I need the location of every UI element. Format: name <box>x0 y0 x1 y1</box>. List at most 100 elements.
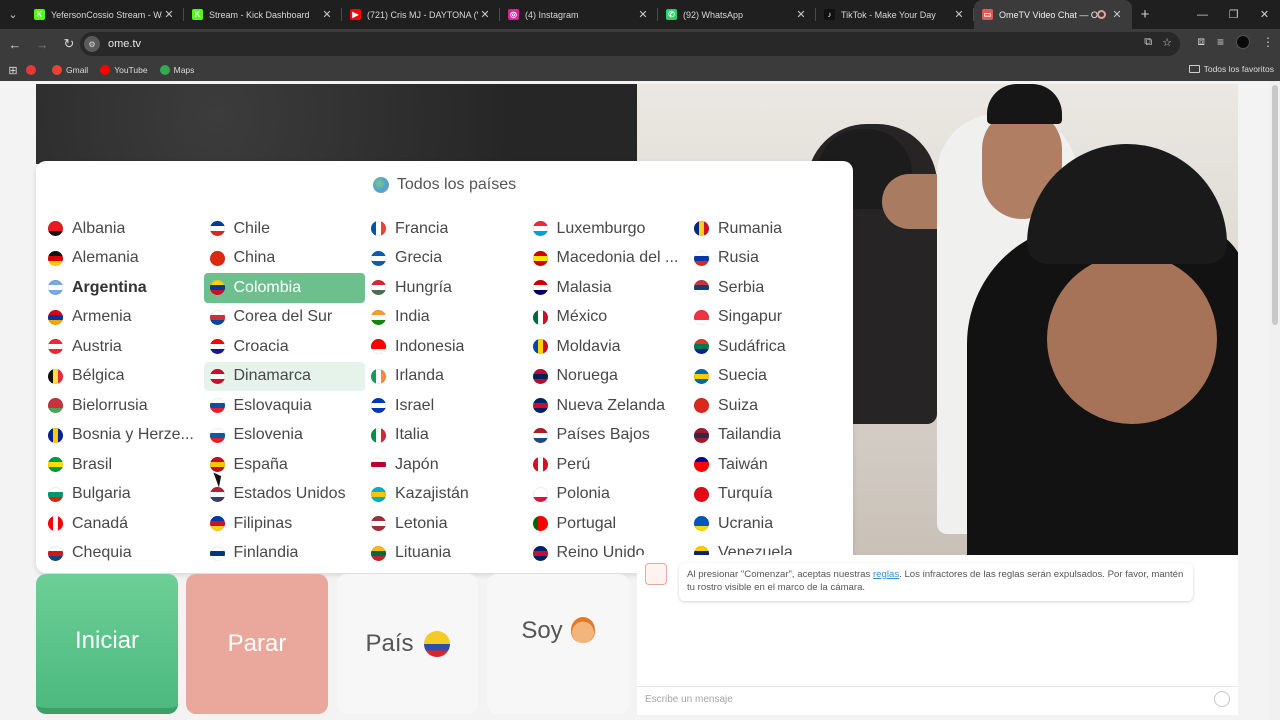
browser-tab[interactable]: ◎ (4) Instagram ✕ <box>500 0 658 29</box>
country-item[interactable]: Chequia <box>42 539 204 569</box>
country-item[interactable]: Argentina <box>42 273 204 303</box>
all-bookmarks-folder[interactable]: Todos los favoritos <box>1188 64 1274 74</box>
gender-button[interactable]: Soy <box>487 574 629 714</box>
new-tab-button[interactable]: + <box>1132 6 1158 23</box>
country-item[interactable]: Suiza <box>688 391 850 421</box>
country-item[interactable]: Ucrania <box>688 509 850 539</box>
country-item[interactable]: Bosnia y Herze... <box>42 421 204 451</box>
extensions-icon[interactable]: ⧈ <box>1197 34 1205 49</box>
country-item[interactable]: Países Bajos <box>527 421 689 451</box>
country-item[interactable]: Israel <box>365 391 527 421</box>
country-item[interactable]: Suecia <box>688 362 850 392</box>
country-item[interactable]: Nueva Zelanda <box>527 391 689 421</box>
country-item[interactable]: Corea del Sur <box>204 303 366 333</box>
stop-button[interactable]: Parar <box>186 574 328 714</box>
country-item[interactable]: Armenia <box>42 303 204 333</box>
country-item[interactable]: Japón <box>365 450 527 480</box>
browser-tab[interactable]: K Stream - Kick Dashboard ✕ <box>184 0 342 29</box>
close-window-button[interactable]: ✕ <box>1249 0 1280 29</box>
country-item[interactable]: China <box>204 244 366 274</box>
country-item[interactable]: Serbia <box>688 273 850 303</box>
country-item[interactable]: Bélgica <box>42 362 204 392</box>
country-item[interactable]: Finlandia <box>204 539 366 569</box>
country-item[interactable]: Grecia <box>365 244 527 274</box>
country-item[interactable]: Bulgaria <box>42 480 204 510</box>
country-item[interactable]: Kazajistán <box>365 480 527 510</box>
country-item[interactable]: México <box>527 303 689 333</box>
tab-search-button[interactable]: ⌄ <box>0 0 26 29</box>
apps-grid-icon[interactable]: ⊞ <box>0 64 26 77</box>
country-item[interactable]: Bielorrusia <box>42 391 204 421</box>
country-item[interactable]: Taiwán <box>688 450 850 480</box>
country-item[interactable]: Alemania <box>42 244 204 274</box>
maximize-button[interactable]: ❐ <box>1218 0 1249 29</box>
menu-icon[interactable]: ⋮ <box>1262 35 1274 49</box>
scrollbar-thumb[interactable] <box>1272 85 1278 325</box>
country-item[interactable]: Irlanda <box>365 362 527 392</box>
country-item[interactable]: India <box>365 303 527 333</box>
bookmark-star-icon[interactable]: ☆ <box>1162 36 1172 49</box>
country-item[interactable]: Indonesia <box>365 332 527 362</box>
country-item[interactable]: Austria <box>42 332 204 362</box>
browser-tab[interactable]: ▭ OmeTV Video Chat — Ome ✕ <box>974 0 1132 29</box>
emoji-smile-icon[interactable] <box>1214 691 1230 707</box>
country-item[interactable]: Perú <box>527 450 689 480</box>
browser-tab[interactable]: K YefersonCossio Stream - Watch✕ <box>26 0 184 29</box>
country-item[interactable]: Rusia <box>688 244 850 274</box>
country-item[interactable]: Chile <box>204 214 366 244</box>
country-item[interactable]: Brasil <box>42 450 204 480</box>
country-item[interactable]: Hungría <box>365 273 527 303</box>
page-scrollbar[interactable] <box>1270 81 1280 720</box>
country-button[interactable]: País <box>337 574 478 714</box>
close-tab-icon[interactable]: ✕ <box>636 8 650 21</box>
country-item[interactable]: España <box>204 450 366 480</box>
reload-button[interactable]: ↻ <box>57 32 81 56</box>
country-item[interactable]: Colombia <box>203 273 365 303</box>
close-tab-icon[interactable]: ✕ <box>320 8 334 21</box>
country-item[interactable]: Polonia <box>527 480 689 510</box>
country-item[interactable]: Tailandia <box>688 421 850 451</box>
browser-tab[interactable]: ▶ (721) Cris MJ - DAYTONA (Vide✕ <box>342 0 500 29</box>
close-tab-icon[interactable]: ✕ <box>794 8 808 21</box>
country-item[interactable]: Moldavia <box>527 332 689 362</box>
bookmark-item[interactable]: Maps <box>159 65 194 75</box>
close-tab-icon[interactable]: ✕ <box>952 8 966 21</box>
country-picker-header[interactable]: Todos los países <box>36 173 853 197</box>
back-button[interactable]: ← <box>3 32 27 56</box>
forward-button[interactable]: → <box>30 32 54 56</box>
country-item[interactable]: Macedonia del ... <box>527 244 689 274</box>
browser-tab[interactable]: ♪ TikTok - Make Your Day ✕ <box>816 0 974 29</box>
bookmark-item[interactable] <box>26 65 40 75</box>
country-item[interactable]: Sudáfrica <box>688 332 850 362</box>
country-item[interactable]: Croacia <box>204 332 366 362</box>
country-item[interactable]: Rumania <box>688 214 850 244</box>
country-item[interactable]: Dinamarca <box>203 361 365 391</box>
profile-avatar[interactable] <box>1236 34 1250 49</box>
media-controls-icon[interactable]: ≡ <box>1217 35 1224 49</box>
country-item[interactable]: Albania <box>42 214 204 244</box>
country-item[interactable]: Malasia <box>527 273 689 303</box>
close-tab-icon[interactable]: ✕ <box>1110 8 1124 21</box>
country-item[interactable]: Turquía <box>688 480 850 510</box>
country-item[interactable]: Luxemburgo <box>527 214 689 244</box>
minimize-button[interactable]: — <box>1187 0 1218 29</box>
country-item[interactable]: Portugal <box>527 509 689 539</box>
country-item[interactable]: Letonia <box>365 509 527 539</box>
address-bar[interactable]: ⚙ ome.tv ⧉ ☆ <box>80 32 1180 56</box>
country-item[interactable]: Filipinas <box>204 509 366 539</box>
country-item[interactable]: Canadá <box>42 509 204 539</box>
site-info-icon[interactable]: ⚙ <box>84 36 100 52</box>
country-item[interactable]: Eslovenia <box>204 421 366 451</box>
country-item[interactable]: Eslovaquia <box>204 391 366 421</box>
country-item[interactable]: Italia <box>365 421 527 451</box>
browser-tab[interactable]: ✆ (92) WhatsApp ✕ <box>658 0 816 29</box>
bookmark-item[interactable]: Gmail <box>52 65 88 75</box>
bookmark-item[interactable]: YouTube <box>100 65 148 75</box>
close-tab-icon[interactable]: ✕ <box>162 8 176 21</box>
country-item[interactable]: Noruega <box>527 362 689 392</box>
message-input[interactable]: Escribe un mensaje <box>637 686 1238 712</box>
country-item[interactable]: Estados Unidos <box>204 480 366 510</box>
country-item[interactable]: Lituania <box>365 539 527 569</box>
country-item[interactable]: Singapur <box>688 303 850 333</box>
country-item[interactable]: Francia <box>365 214 527 244</box>
